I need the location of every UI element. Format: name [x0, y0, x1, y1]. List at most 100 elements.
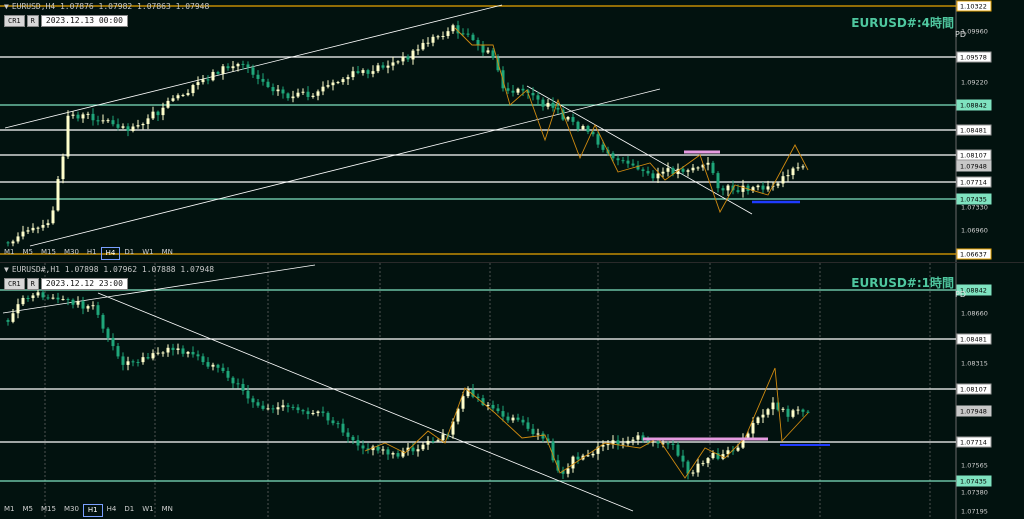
h1-chart-canvas[interactable]: 1.088421.086601.084811.083151.081071.079… — [0, 263, 1024, 519]
candle-body — [306, 91, 310, 97]
candle-body — [571, 117, 575, 122]
candle-body — [316, 411, 320, 414]
candle-body — [681, 168, 685, 172]
candle-body — [231, 377, 235, 384]
timeframe-m5[interactable]: M5 — [19, 504, 38, 515]
candle-body — [301, 91, 305, 93]
timeframe-h1[interactable]: H1 — [83, 247, 101, 258]
candle-body — [416, 49, 420, 51]
candle-body — [491, 50, 495, 58]
timeframe-m5[interactable]: M5 — [19, 247, 38, 258]
candle-body — [661, 171, 665, 174]
candle-body — [26, 230, 30, 232]
candle-body — [236, 63, 240, 67]
toolbar-badges: CR1 R 2023.12.12 23:00 — [4, 278, 128, 290]
candle-body — [426, 42, 430, 44]
candle-body — [256, 74, 260, 79]
candle-body — [46, 297, 50, 299]
timeframe-w1[interactable]: W1 — [138, 247, 157, 258]
candle-body — [486, 50, 490, 53]
timeframe-d1[interactable]: D1 — [120, 247, 138, 258]
candle-body — [101, 314, 105, 329]
candle-body — [646, 170, 650, 174]
candle-body — [171, 347, 175, 351]
candle-body — [526, 422, 530, 429]
timeframe-m1[interactable]: M1 — [0, 504, 19, 515]
candle-body — [316, 91, 320, 96]
candle-body — [806, 411, 810, 413]
dropdown-arrow-icon[interactable]: ▼ — [4, 0, 9, 13]
price-label: 1.06960 — [961, 227, 988, 235]
candle-body — [451, 25, 455, 32]
candle-body — [51, 210, 55, 224]
timeframe-mn[interactable]: MN — [158, 247, 177, 258]
candle-body — [511, 417, 515, 421]
candle-body — [501, 411, 505, 417]
candle-body — [21, 297, 25, 305]
date-tag: 2023.12.12 23:00 — [40, 278, 128, 290]
chart-window-h4[interactable]: 1.10322 1.09960 1.09578 1.09220 1.08842 1.084… — [0, 0, 1024, 263]
candle-body — [191, 85, 195, 94]
timeframe-h4[interactable]: H4 — [100, 247, 121, 260]
candle-body — [791, 410, 795, 417]
dropdown-arrow-icon[interactable]: ▼ — [4, 263, 9, 276]
candle-body — [181, 348, 185, 354]
timeframe-h1[interactable]: H1 — [82, 504, 103, 517]
cr1-button[interactable]: CR1 — [4, 15, 25, 27]
candle-body — [86, 306, 90, 309]
candle-body — [271, 408, 275, 410]
candle-body — [96, 120, 100, 122]
timeframe-d1[interactable]: D1 — [120, 504, 138, 515]
candle-body — [721, 188, 725, 191]
candle-body — [781, 176, 785, 184]
cr1-button[interactable]: CR1 — [4, 278, 25, 290]
candle-body — [186, 351, 190, 354]
r-button[interactable]: R — [26, 278, 39, 290]
r-button[interactable]: R — [26, 15, 39, 27]
candle-body — [71, 299, 75, 305]
price-label: 1.08481 — [960, 127, 987, 135]
candle-body — [591, 453, 595, 456]
candle-body — [306, 411, 310, 415]
candle-body — [611, 440, 615, 445]
chart-window-h1[interactable]: 1.08842 1.08660 1.08481 1.08315 1.08107 1.079… — [0, 263, 1024, 519]
price-label: 1.09220 — [961, 79, 988, 87]
timeframe-m15[interactable]: M15 — [37, 504, 60, 515]
candle-body — [736, 447, 740, 451]
timeframe-mn[interactable]: MN — [158, 504, 177, 515]
candle-body — [566, 117, 570, 120]
candle-body — [556, 107, 560, 110]
candle-body — [151, 353, 155, 359]
chart-title-bar: ▼ EURUSD,H4 1.07876 1.07982 1.07863 1.079… — [0, 0, 964, 13]
candle-body — [461, 33, 465, 35]
candle-body — [576, 456, 580, 460]
candle-body — [626, 440, 630, 444]
candle-body — [786, 408, 790, 417]
timeframe-m15[interactable]: M15 — [37, 247, 60, 258]
candle-body — [201, 356, 205, 363]
candle-body — [431, 36, 435, 43]
candle-body — [101, 120, 105, 122]
candle-body — [56, 297, 60, 300]
candle-body — [766, 186, 770, 190]
candle-body — [186, 93, 190, 96]
candle-body — [121, 356, 125, 365]
timeframe-w1[interactable]: W1 — [138, 504, 157, 515]
timeframe-m30[interactable]: M30 — [60, 504, 83, 515]
candle-body — [76, 301, 80, 305]
candle-body — [51, 297, 55, 299]
candle-body — [361, 70, 365, 73]
h4-chart-canvas[interactable]: 1.103221.099601.095781.092201.088421.084… — [0, 0, 1024, 262]
candle-body — [481, 44, 485, 53]
candle-body — [356, 71, 360, 73]
timeframe-m1[interactable]: M1 — [0, 247, 19, 258]
candle-body — [126, 126, 130, 131]
timeframe-h4[interactable]: H4 — [103, 504, 121, 515]
timeframe-m30[interactable]: M30 — [60, 247, 83, 258]
candle-body — [286, 405, 290, 407]
candle-body — [776, 183, 780, 186]
candle-body — [436, 36, 440, 38]
candle-body — [521, 419, 525, 423]
candle-body — [436, 440, 440, 442]
candle-body — [666, 443, 670, 445]
